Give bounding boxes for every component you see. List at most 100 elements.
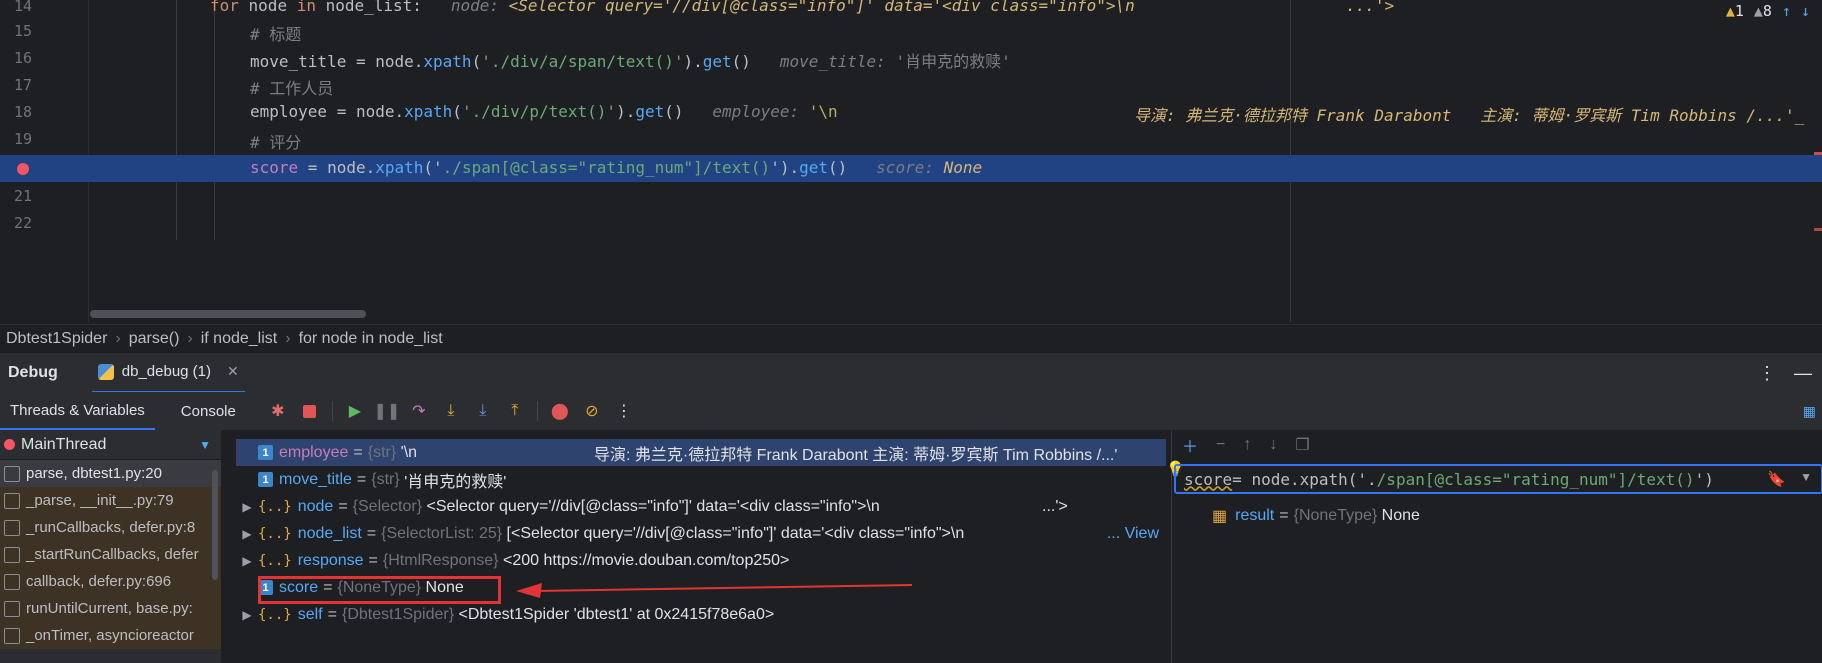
line-number: 22 bbox=[13, 214, 32, 232]
remove-watch-icon[interactable]: − bbox=[1216, 436, 1225, 454]
variable-row-response[interactable]: ▶ {..} response = {HtmlResponse} <200 https… bbox=[236, 547, 1171, 574]
stop-icon[interactable] bbox=[300, 401, 320, 421]
line-number: 14 bbox=[13, 0, 32, 15]
code-comment: # 标题 bbox=[250, 25, 302, 44]
toolbar-divider bbox=[331, 401, 333, 421]
inline-hint-value: <Selector query='//div[@class="info"]' d… bbox=[508, 0, 1135, 15]
error-stripe-marker[interactable] bbox=[1814, 228, 1822, 231]
inline-hint-value: '\n bbox=[808, 102, 838, 121]
frame-item[interactable]: _parse, __init__.py:79 bbox=[0, 487, 221, 514]
line-number: 15 bbox=[13, 22, 32, 40]
minimize-icon[interactable]: — bbox=[1794, 363, 1812, 384]
resume-icon[interactable]: ▶ bbox=[345, 401, 365, 421]
code-line-22[interactable]: 22 bbox=[0, 210, 1822, 237]
tab-console[interactable]: Console bbox=[171, 392, 246, 430]
expand-arrow-icon[interactable]: ▶ bbox=[236, 500, 258, 514]
code-line-15[interactable]: 15 # 标题 bbox=[0, 18, 1822, 45]
code-text: employee = node.xpath('./div/p/text()').… bbox=[250, 102, 838, 121]
mute-breakpoints-icon[interactable]: ⊘ bbox=[582, 401, 602, 421]
annotation-highlight-box bbox=[258, 576, 501, 604]
code-line-21[interactable]: 21 bbox=[0, 183, 1822, 210]
more-options-icon[interactable]: ⋮ bbox=[1758, 363, 1776, 384]
variable-row-move-title[interactable]: 1 move_title = {str} '肖申克的救赎' bbox=[236, 466, 1171, 493]
evaluate-expression-input[interactable]: score = node.xpath('./span[@class="ratin… bbox=[1174, 464, 1822, 494]
code-text: move_title = node.xpath('./div/a/span/te… bbox=[250, 52, 1011, 71]
code-text: for node in node_list: node: <Selector q… bbox=[210, 0, 1135, 15]
frame-item[interactable]: _runCallbacks, defer.py:8 bbox=[0, 514, 221, 541]
duplicate-watch-icon[interactable]: ❐ bbox=[1295, 435, 1309, 455]
tab-threads-variables[interactable]: Threads & Variables bbox=[0, 392, 155, 430]
frame-icon bbox=[4, 600, 20, 617]
frame-item[interactable]: _onTimer, asyncioreactor bbox=[0, 622, 221, 649]
object-variable-icon: {..} bbox=[258, 552, 292, 569]
session-tab-label: db_debug (1) bbox=[121, 363, 212, 380]
code-line-20-current[interactable]: score = node.xpath('./span[@class="ratin… bbox=[0, 155, 1822, 182]
annotation-arrow-icon bbox=[516, 583, 912, 598]
expand-arrow-icon[interactable]: ▶ bbox=[236, 554, 258, 568]
breakpoint-icon[interactable] bbox=[17, 163, 29, 175]
variable-row-node-list[interactable]: ▶ {..} node_list = {SelectorList: 25} [<Sel… bbox=[236, 520, 1171, 547]
breadcrumb-separator: › bbox=[115, 329, 121, 347]
thread-status-icon bbox=[4, 439, 15, 450]
inline-hint-label: move_title: bbox=[779, 52, 886, 71]
expand-arrow-icon[interactable]: ▶ bbox=[236, 608, 258, 622]
variable-row-employee[interactable]: 1 employee = {str} '\n 导演: 弗兰克·德拉邦特 Frank … bbox=[236, 439, 1166, 466]
frame-icon bbox=[4, 627, 20, 644]
breadcrumb-item[interactable]: Dbtest1Spider bbox=[6, 330, 107, 348]
frame-item[interactable]: _startRunCallbacks, defer bbox=[0, 541, 221, 568]
breadcrumb-item[interactable]: parse() bbox=[129, 330, 180, 348]
view-link[interactable]: ... View bbox=[1107, 525, 1159, 543]
chevron-down-icon[interactable]: ▼ bbox=[199, 438, 211, 452]
add-watch-icon[interactable]: ＋ bbox=[1182, 433, 1198, 457]
line-number: 16 bbox=[13, 49, 32, 67]
step-over-icon[interactable]: ↷ bbox=[409, 401, 429, 421]
evaluate-result[interactable]: ▦ result = {NoneType} None bbox=[1212, 506, 1420, 526]
code-line-17[interactable]: 17 # 工作人员 bbox=[0, 72, 1822, 99]
code-line-19[interactable]: 19 # 评分 bbox=[0, 126, 1822, 153]
inline-hint-label: employee: bbox=[712, 102, 800, 121]
move-up-icon[interactable]: ↑ bbox=[1243, 436, 1251, 454]
code-editor[interactable]: 14 for node in node_list: node: <Selecto… bbox=[0, 0, 1822, 322]
pause-icon[interactable]: ❚❚ bbox=[373, 401, 400, 421]
breadcrumb-item[interactable]: for node in node_list bbox=[299, 330, 443, 348]
debug-session-tab[interactable]: db_debug (1) ✕ bbox=[91, 353, 245, 393]
expand-arrow-icon[interactable]: ▶ bbox=[236, 527, 258, 541]
more-actions-icon[interactable]: ⋮ bbox=[614, 401, 634, 421]
frame-icon bbox=[4, 573, 20, 590]
toolbar-divider bbox=[536, 401, 538, 421]
frame-item[interactable]: runUntilCurrent, base.py: bbox=[0, 595, 221, 622]
step-out-icon[interactable]: ⤒ bbox=[505, 401, 525, 421]
breadcrumb-separator: › bbox=[187, 329, 193, 347]
result-icon: ▦ bbox=[1212, 508, 1228, 525]
frames-scrollbar[interactable] bbox=[212, 470, 218, 580]
python-icon bbox=[97, 363, 114, 380]
frame-icon bbox=[4, 546, 20, 563]
chevron-down-icon[interactable]: ▼ bbox=[1800, 470, 1812, 484]
thread-selector[interactable]: MainThread ▼ bbox=[0, 430, 221, 460]
view-breakpoints-icon[interactable]: ⬤ bbox=[550, 401, 570, 421]
layout-icon[interactable]: ▦ bbox=[1803, 403, 1816, 420]
add-to-watches-icon[interactable]: 🔖 bbox=[1767, 470, 1786, 488]
close-icon[interactable]: ✕ bbox=[227, 363, 239, 380]
evaluate-panel: ＋ − ↑ ↓ ❐ 💡 score = node.xpath('./span[@… bbox=[1166, 430, 1822, 663]
step-into-icon[interactable]: ⤓ bbox=[441, 401, 461, 421]
object-variable-icon: {..} bbox=[258, 525, 292, 542]
step-into-my-code-icon[interactable]: ⤓ bbox=[473, 401, 493, 421]
debug-toolbar: Threads & Variables Console ✱ ▶ ❚❚ ↷ ⤓ ⤓… bbox=[0, 392, 1822, 430]
frame-item[interactable]: callback, defer.py:696 bbox=[0, 568, 221, 595]
line-number: 17 bbox=[13, 76, 32, 94]
breadcrumb: Dbtest1Spider › parse() › if node_list › fo… bbox=[0, 324, 1822, 352]
horizontal-scrollbar[interactable] bbox=[90, 310, 366, 318]
inline-hint-tail: ...'> bbox=[1346, 0, 1395, 15]
code-line-18[interactable]: 18 employee = node.xpath('./div/p/text()… bbox=[0, 99, 1822, 126]
code-line-14[interactable]: 14 for node in node_list: node: <Selecto… bbox=[0, 0, 1822, 20]
rerun-debug-icon[interactable]: ✱ bbox=[268, 401, 288, 421]
variable-row-node[interactable]: ▶ {..} node = {Selector} <Selector query='/… bbox=[236, 493, 1171, 520]
breadcrumb-item[interactable]: if node_list bbox=[201, 330, 278, 348]
error-stripe-marker[interactable] bbox=[1814, 152, 1822, 155]
inline-hint-label: node: bbox=[450, 0, 500, 15]
move-down-icon[interactable]: ↓ bbox=[1269, 436, 1277, 454]
inline-hint-value: '肖申克的救赎' bbox=[895, 52, 1011, 71]
code-line-16[interactable]: 16 move_title = node.xpath('./div/a/span… bbox=[0, 45, 1822, 72]
frame-item[interactable]: parse, dbtest1.py:20 bbox=[0, 460, 221, 487]
